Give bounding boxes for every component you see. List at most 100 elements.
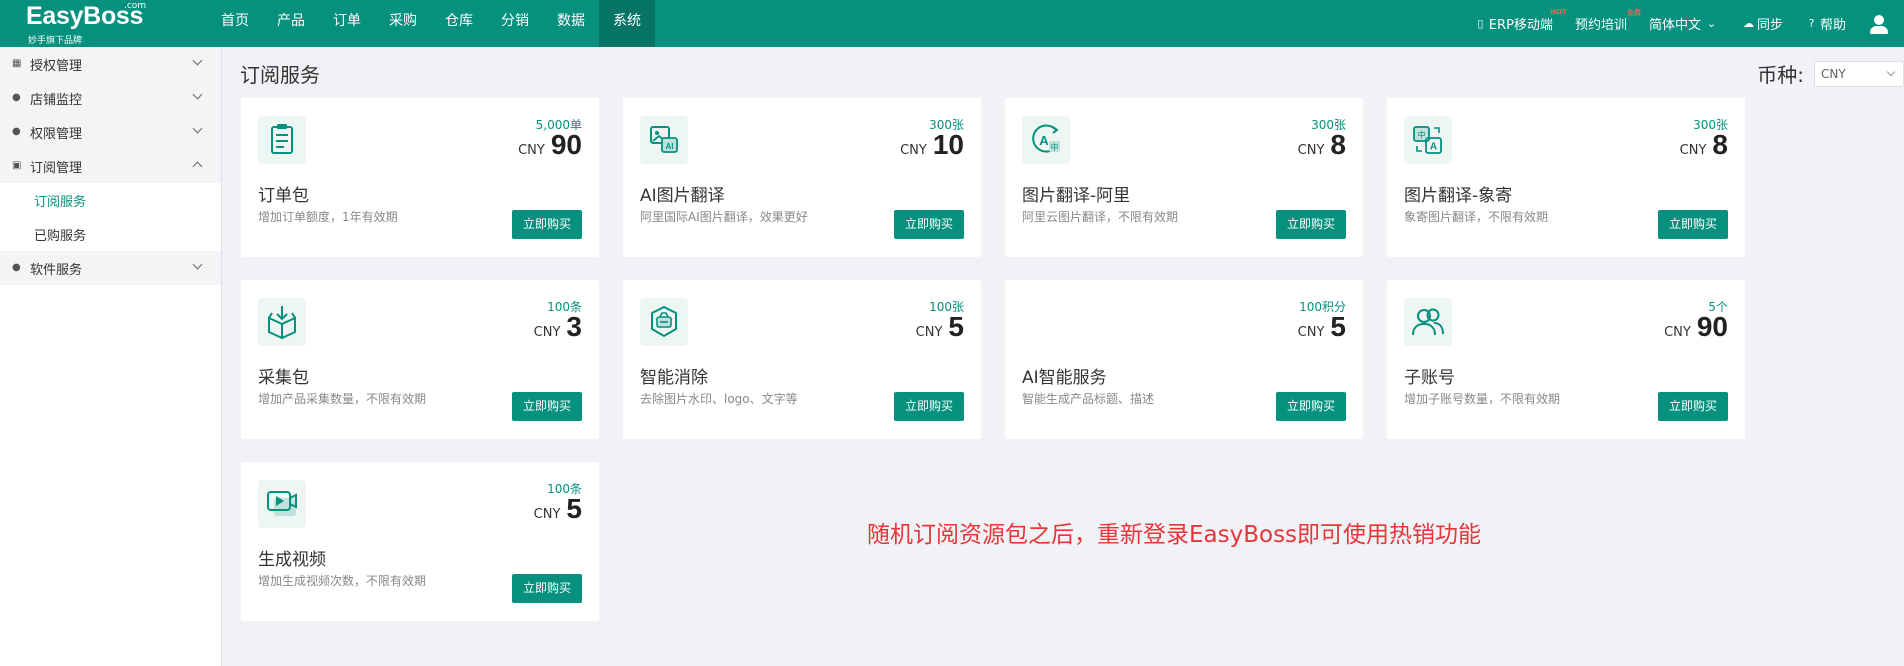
card-currency: CNY [915,325,943,340]
service-card: AI 300张 CNY 10 AI图片翻译 阿里国际AI图片翻译，效果更好 立即… [623,98,981,257]
user-avatar-icon[interactable] [1868,13,1890,35]
buy-now-button[interactable]: 立即购买 [1276,210,1346,239]
eraser-icon [640,298,688,346]
card-price-row: CNY 5 [1298,311,1346,343]
buy-now-button[interactable]: 立即购买 [1658,210,1728,239]
nav-order[interactable]: 订单 [319,0,375,47]
buy-now-button[interactable]: 立即购买 [1658,392,1728,421]
nav-home[interactable]: 首页 [207,0,263,47]
main-content: 订阅服务 币种: CNY 5,000单 CNY 90 订单包 增加订单额度，1年… [223,47,1904,666]
card-price: 5 [566,493,582,524]
sidebar-item-software[interactable]: ● 软件服务 [0,251,221,285]
sidebar-item-label: 权限管理 [30,126,83,142]
card-description: 阿里云图片翻译，不限有效期 [1022,210,1179,224]
sidebar-item-subscription[interactable]: ▣ 订阅管理 [0,149,221,183]
free-badge: 免费 [1626,9,1641,17]
sidebar: ▦ 授权管理 ● 店铺监控 ● 权限管理 ▣ 订阅管理 订阅服务 已购服务 ● … [0,47,222,666]
card-price-row: CNY 8 [1680,129,1728,161]
language-label: 简体中文 [1648,18,1701,33]
nav-distribution[interactable]: 分销 [487,0,543,47]
sidebar-item-label: 订阅管理 [30,160,83,176]
currency-select[interactable]: CNY [1814,60,1904,87]
svg-text:中: 中 [1051,142,1059,152]
brand-superscript: .com [124,1,147,11]
card-title: 图片翻译-阿里 [1022,186,1131,206]
card-price-row: CNY 8 [1298,129,1346,161]
service-card: 100张 CNY 5 智能消除 去除图片水印、logo、文字等 立即购买 [623,280,981,439]
currency-label: 币种: [1757,63,1804,87]
clipboard-icon [258,116,306,164]
card-title: AI图片翻译 [640,186,725,206]
card-title: AI智能服务 [1022,368,1107,388]
service-card: 5个 CNY 90 子账号 增加子账号数量，不限有效期 立即购买 [1387,280,1745,439]
service-card: A中 300张 CNY 8 图片翻译-阿里 阿里云图片翻译，不限有效期 立即购买 [1005,98,1363,257]
card-description: 象寄图片翻译，不限有效期 [1404,210,1549,224]
translate-icon: A中 [1022,116,1070,164]
sync-button[interactable]: ☁ 同步 [1742,14,1783,33]
nav-warehouse[interactable]: 仓库 [431,0,487,47]
cloud-icon: ☁ [1742,17,1754,30]
buy-now-button[interactable]: 立即购买 [512,392,582,421]
chevron-up-icon [192,161,203,172]
user-icon: ● [12,262,21,273]
training-link[interactable]: 预约培训 免费 [1575,9,1641,33]
sidebar-subitem-subscribe-service[interactable]: 订阅服务 [0,183,221,217]
avatar-head [1874,14,1884,25]
top-navbar: EasyBoss .com 妙手旗下品牌 首页 产品 订单 采购 仓库 分销 数… [0,0,1904,47]
card-description: 智能生成产品标题、描述 [1022,392,1155,406]
currency-filter: 币种: CNY [1757,59,1904,88]
card-price: 3 [566,311,582,342]
language-dropdown[interactable]: 简体中文 ⌄ [1649,14,1720,33]
nav-product[interactable]: 产品 [263,0,319,47]
buy-now-button[interactable]: 立即购买 [894,210,964,239]
sidebar-subitem-purchased-service[interactable]: 已购服务 [0,217,221,251]
help-icon: ? [1808,17,1815,30]
card-title: 采集包 [258,368,309,388]
help-button[interactable]: ? 帮助 [1805,14,1846,33]
main-nav: 首页 产品 订单 采购 仓库 分销 数据 系统 [207,0,655,47]
card-currency: CNY [1679,143,1707,158]
card-currency: CNY [533,507,561,522]
chevron-down-icon [192,89,203,100]
card-currency: CNY [1297,325,1325,340]
card-currency: CNY [533,325,561,340]
mobile-icon: ▯ [1477,17,1484,30]
card-price-row: CNY 3 [534,311,582,343]
card-price-row: CNY 90 [518,129,582,161]
card-currency: CNY [1664,325,1691,340]
buy-now-button[interactable]: 立即购买 [1276,392,1346,421]
service-card: 中A 300张 CNY 8 图片翻译-象寄 象寄图片翻译，不限有效期 立即购买 [1387,98,1745,257]
card-currency: CNY [900,143,927,158]
card-price: 90 [550,129,582,160]
sidebar-item-label: 授权管理 [30,58,83,74]
user-icon: ● [12,126,21,137]
sync-label: 同步 [1756,18,1783,33]
chevron-down-icon: ⌄ [1706,17,1717,30]
nav-data[interactable]: 数据 [543,0,599,47]
erp-mobile-link[interactable]: ▯ ERP移动端 HOT [1474,8,1567,33]
buy-now-button[interactable]: 立即购买 [894,392,964,421]
sidebar-item-auth[interactable]: ▦ 授权管理 [0,47,221,81]
help-label: 帮助 [1819,18,1846,33]
ai-image-icon: AI [640,116,688,164]
card-price: 5 [1330,311,1346,342]
box-icon [258,298,306,346]
nav-purchase[interactable]: 采购 [375,0,431,47]
annotation-note: 随机订阅资源包之后，重新登录EasyBoss即可使用热销功能 [867,522,1482,548]
nav-system[interactable]: 系统 [599,0,655,47]
grid-icon: ▦ [12,58,22,69]
card-price-row: CNY 10 [900,129,964,161]
sidebar-item-permission[interactable]: ● 权限管理 [0,115,221,149]
bookmark-icon: ▣ [12,160,22,171]
sidebar-item-shop-monitor[interactable]: ● 店铺监控 [0,81,221,115]
svg-text:AI: AI [666,142,674,151]
chevron-down-icon [1886,67,1896,76]
easyboss-logo[interactable]: EasyBoss .com 妙手旗下品牌 [26,1,147,46]
card-description: 去除图片水印、logo、文字等 [640,392,798,406]
buy-now-button[interactable]: 立即购买 [512,210,582,239]
buy-now-button[interactable]: 立即购买 [512,574,582,603]
svg-text:A: A [1039,133,1049,148]
card-description: 增加订单额度，1年有效期 [258,210,398,224]
translate-card-icon: 中A [1404,116,1452,164]
card-price-row: CNY 90 [1664,311,1728,343]
